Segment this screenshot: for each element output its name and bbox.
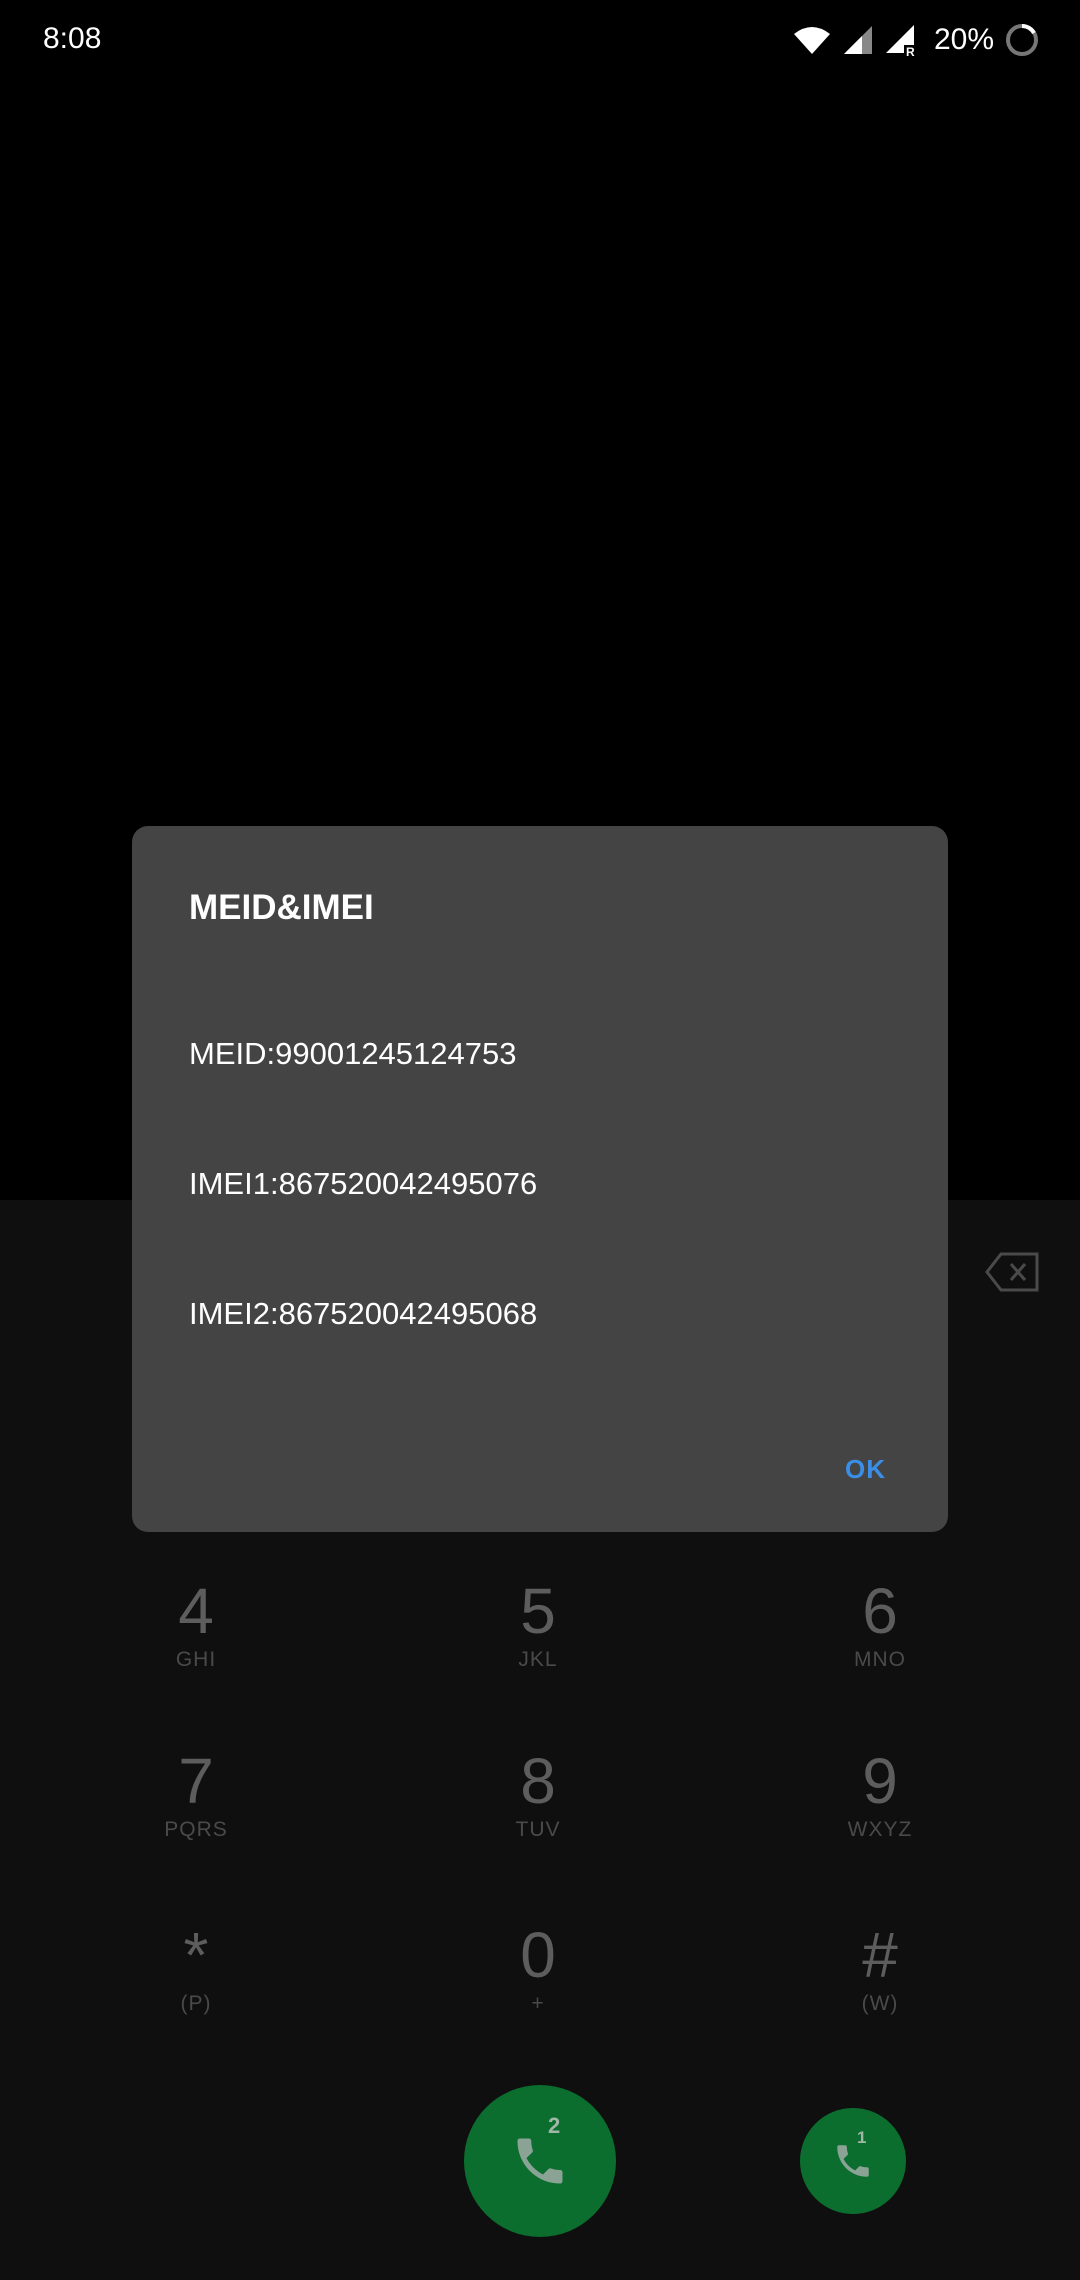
key-star[interactable]: * (P): [96, 1920, 296, 2016]
key-letters: PQRS: [164, 1818, 228, 1841]
key-9[interactable]: 9 WXYZ: [780, 1746, 980, 1842]
key-letters: (P): [180, 1992, 212, 2015]
call-sim2-button[interactable]: 2: [464, 2085, 616, 2237]
signal-icon: [843, 26, 872, 54]
key-letters: (W): [861, 1992, 899, 2015]
wifi-icon: [793, 27, 830, 54]
phone-icon: [517, 2138, 563, 2184]
dialog-title: MEID&IMEI: [189, 888, 374, 927]
svg-text:R: R: [906, 45, 915, 57]
key-digit: 6: [862, 1575, 898, 1647]
key-letters: JKL: [518, 1648, 558, 1671]
key-letters: +: [531, 1992, 545, 2015]
key-letters: WXYZ: [847, 1818, 913, 1841]
call-sim1-button[interactable]: 1: [800, 2108, 906, 2214]
key-letters: GHI: [175, 1648, 217, 1671]
key-4[interactable]: 4 GHI: [96, 1576, 296, 1672]
sim-badge: 1: [857, 2128, 867, 2147]
key-letters: TUV: [515, 1818, 561, 1841]
battery-ring-icon: [1006, 24, 1038, 56]
key-digit: 4: [178, 1575, 214, 1647]
imei1-text: IMEI1:867520042495076: [189, 1166, 538, 1201]
key-digit: 0: [520, 1919, 556, 1991]
key-5[interactable]: 5 JKL: [438, 1576, 638, 1672]
key-digit: *: [183, 1919, 209, 1991]
key-hash[interactable]: # (W): [780, 1920, 980, 2016]
meid-imei-dialog: MEID&IMEI MEID:99001245124753 IMEI1:8675…: [132, 826, 948, 1532]
key-0[interactable]: 0 +: [438, 1920, 638, 2016]
ok-button[interactable]: OK: [845, 1454, 886, 1485]
status-icons: R 20%: [792, 18, 1040, 62]
signal-roaming-icon: R: [885, 25, 915, 57]
imei2-text: IMEI2:867520042495068: [189, 1296, 538, 1331]
key-7[interactable]: 7 PQRS: [96, 1746, 296, 1842]
status-time: 8:08: [43, 22, 102, 55]
key-digit: #: [862, 1919, 898, 1991]
key-digit: 8: [520, 1745, 556, 1817]
battery-percent: 20%: [933, 23, 994, 56]
meid-text: MEID:99001245124753: [189, 1036, 517, 1071]
key-6[interactable]: 6 MNO: [780, 1576, 980, 1672]
key-digit: 7: [178, 1745, 214, 1817]
sim-badge: 2: [548, 2113, 561, 2138]
status-bar: 8:08 R 20%: [0, 0, 1080, 80]
phone-icon: [837, 2145, 869, 2177]
key-digit: 9: [862, 1745, 898, 1817]
backspace-icon[interactable]: [985, 1250, 1041, 1294]
key-digit: 5: [520, 1575, 556, 1647]
key-letters: MNO: [854, 1648, 906, 1671]
key-8[interactable]: 8 TUV: [438, 1746, 638, 1842]
